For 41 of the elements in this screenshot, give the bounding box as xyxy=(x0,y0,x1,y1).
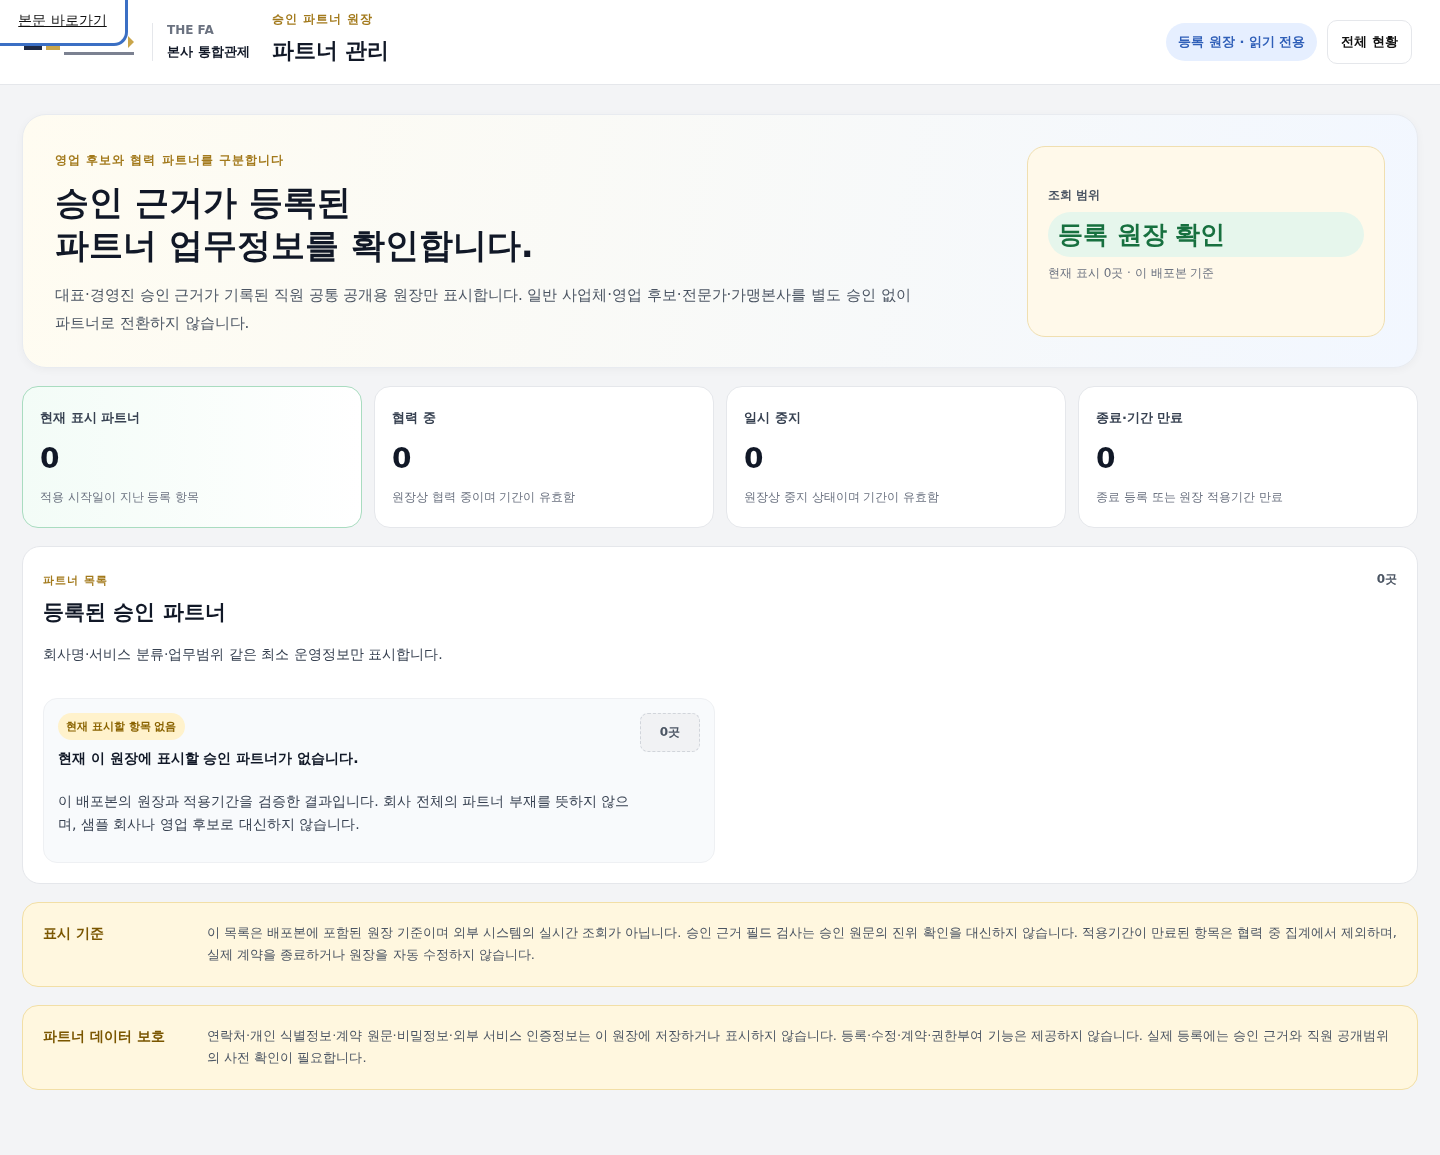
notice-title: 표시 기준 xyxy=(43,925,105,943)
hero-title: 승인 근거가 등록된 파트너 업무정보를 확인합니다. xyxy=(55,181,535,267)
hero-description: 대표·경영진 승인 근거가 기록된 직원 공통 공개용 원장만 표시합니다. 일반 사업체·영업 후보·전문가·가맹본사를 별도 승인 없이 파트너로 전환하지 않습니다. xyxy=(55,285,912,334)
page-eyebrow: 승인 파트너 원장 xyxy=(271,10,374,28)
stat-card[interactable]: 일시 중지 0 원장상 중지 상태이며 기간이 유효함 xyxy=(726,386,1066,528)
org-name: THE FA xyxy=(167,23,215,37)
hero-eyebrow: 영업 후보와 협력 파트너를 구분합니다 xyxy=(55,152,285,169)
list-title: 등록된 승인 파트너 xyxy=(43,599,226,626)
scope-label: 조회 범위 xyxy=(1048,187,1101,204)
stat-value: 0 xyxy=(744,442,765,475)
stat-label: 협력 중 xyxy=(392,409,437,427)
list-eyebrow: 파트너 목록 xyxy=(43,573,109,588)
stat-note: 적용 시작일이 지난 등록 항목 xyxy=(40,489,201,506)
skip-link[interactable]: 본문 바로가기 xyxy=(0,0,128,46)
empty-message: 이 배포본의 원장과 적용기간을 검증한 결과입니다. 회사 전체의 파트너 부재를 뜻하지 않으며, 샘플 회사나 영업 후보로 대신하지 않습니다. xyxy=(58,792,631,834)
notice-text: 이 목록은 배포본에 포함된 원장 기준이며 외부 시스템의 실시간 조회가 아닙니다. 승인 근거 필드 검사는 승인 원문의 진위 확인을 대신하지 않습니다. 적용기간이 만료된 항목은 협력 중 집계에서 제외하며, 실제 계약을 종료하거나 원장을 자동 수정하지 않습니다. xyxy=(207,924,1397,964)
empty-count: 0곳 xyxy=(639,713,700,752)
notice-title: 파트너 데이터 보호 xyxy=(43,1028,166,1046)
stat-label: 일시 중지 xyxy=(744,409,802,427)
list-description: 회사명·서비스 분류·업무범위 같은 최소 운영정보만 표시합니다. xyxy=(43,646,444,664)
overview-button[interactable]: 전체 현황 xyxy=(1327,20,1412,64)
scope-note: 현재 표시 0곳 · 이 배포본 기준 xyxy=(1048,265,1215,282)
readonly-badge: 등록 원장 · 읽기 전용 xyxy=(1166,23,1318,61)
stat-note: 원장상 중지 상태이며 기간이 유효함 xyxy=(744,489,941,506)
list-count: 0곳 xyxy=(1376,571,1397,588)
stat-card[interactable]: 종료·기간 만료 0 종료 등록 또는 원장 적용기간 만료 xyxy=(1078,386,1418,528)
empty-title: 현재 이 원장에 표시할 승인 파트너가 없습니다. xyxy=(58,750,360,768)
stat-card[interactable]: 현재 표시 파트너 0 적용 시작일이 지난 등록 항목 xyxy=(22,386,362,528)
stat-card[interactable]: 협력 중 0 원장상 협력 중이며 기간이 유효함 xyxy=(374,386,714,528)
notice-text: 연락처·개인 식별정보·계약 원문·비밀정보·외부 서비스 인증정보는 이 원장에 저장하거나 표시하지 않습니다. 등록·수정·계약·권한부여 기능은 제공하지 않습니다. 실제 등록에는 승인 근거와 직원 공개범위의 사전 확인이 필요합니다. xyxy=(207,1027,1390,1067)
stat-value: 0 xyxy=(392,442,413,475)
empty-tag: 현재 표시할 항목 없음 xyxy=(58,713,185,740)
stat-value: 0 xyxy=(40,442,61,475)
stat-label: 현재 표시 파트너 xyxy=(40,409,142,427)
page-title: 파트너 관리 xyxy=(271,36,390,65)
stat-note: 원장상 협력 중이며 기간이 유효함 xyxy=(392,489,577,506)
stat-value: 0 xyxy=(1096,442,1117,475)
stat-label: 종료·기간 만료 xyxy=(1096,409,1185,427)
unit-name: 본사 통합관제 xyxy=(167,43,250,61)
scope-value: 등록 원장 확인 xyxy=(1048,212,1364,257)
stat-note: 종료 등록 또는 원장 적용기간 만료 xyxy=(1096,489,1285,506)
